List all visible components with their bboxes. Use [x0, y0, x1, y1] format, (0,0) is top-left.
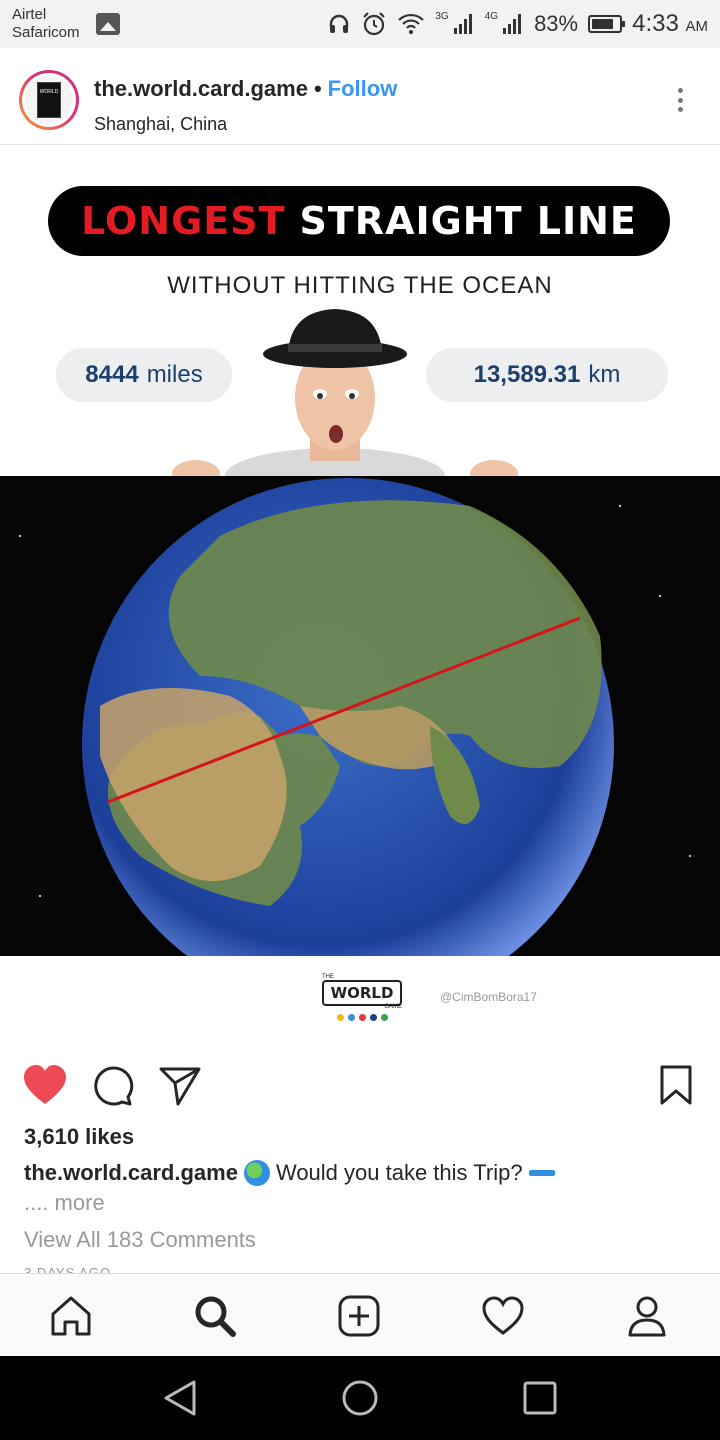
network-4g-label: 4G [484, 10, 499, 22]
image-subtitle: WITHOUT HITTING THE OCEAN [167, 272, 553, 299]
logo-dots [322, 1014, 402, 1021]
battery-percent: 83% [534, 11, 579, 36]
avatar[interactable]: WORLD [19, 70, 79, 130]
signal-icon-2 [502, 13, 524, 35]
km-unit: km [588, 361, 621, 388]
heart-filled-icon[interactable] [22, 1064, 68, 1106]
credit-handle: @CimBomBora17 [440, 990, 537, 1004]
avatar-border: WORLD [22, 73, 76, 127]
wifi-icon [397, 13, 425, 35]
distance-km-pill: 13,589.31 km [426, 348, 668, 402]
battery-icon [588, 15, 626, 33]
image-credit-area: THE WORLD GAME @CimBomBora17 [0, 956, 720, 1040]
recents-icon[interactable] [522, 1378, 558, 1418]
globe-illustration [19, 478, 691, 956]
bookmark-icon[interactable] [658, 1064, 694, 1106]
view-comments-link[interactable]: View All 183 Comments [24, 1227, 256, 1253]
network-3g-label: 3G [435, 10, 449, 22]
distance-miles-pill: 8444 miles [56, 348, 232, 402]
carrier-line-1: Airtel [12, 6, 47, 23]
back-icon[interactable] [162, 1378, 198, 1418]
paper-plane-icon[interactable] [158, 1064, 202, 1106]
miles-value: 8444 [85, 361, 139, 388]
title-white-text: STRAIGHT LINE [299, 199, 637, 243]
dash-emoji-icon [528, 1170, 555, 1176]
heart-outline-icon[interactable] [481, 1294, 525, 1338]
avatar-image: WORLD [25, 76, 73, 124]
logo-main-text: WORLD [330, 984, 394, 1002]
post-image[interactable]: LONGEST STRAIGHT LINE WITHOUT HITTING TH… [0, 146, 720, 1040]
logo-bottom-text: GAME [384, 1004, 402, 1010]
post-header: WORLD the.world.card.game • Follow Shang… [0, 48, 720, 145]
system-navigation-bar [0, 1356, 720, 1440]
like-count[interactable]: 3,610 likes [24, 1124, 134, 1150]
status-bar: Airtel Safaricom 3G 4G 83% 4:33 AM [0, 0, 720, 48]
gallery-notification-icon [96, 13, 120, 35]
clock-time: 4:33 [632, 10, 679, 37]
card-box-logo: WORLD [37, 82, 61, 118]
caption-username[interactable]: the.world.card.game [24, 1158, 238, 1188]
caption-text: Would you take this Trip? [275, 1160, 523, 1185]
bottom-navigation [0, 1273, 720, 1356]
image-title-banner: LONGEST STRAIGHT LINE [48, 186, 670, 256]
separator-dot: • [313, 76, 322, 101]
globe-emoji-icon [243, 1160, 270, 1186]
home-circle-icon[interactable] [340, 1378, 380, 1418]
clock-ampm: AM [685, 18, 709, 35]
km-value: 13,589.31 [473, 361, 581, 388]
username[interactable]: the.world.card.game [94, 76, 308, 102]
username-line: the.world.card.game • Follow [94, 76, 397, 102]
follow-button[interactable]: Follow [328, 76, 398, 102]
alarm-icon [361, 11, 387, 37]
title-red-text: LONGEST [81, 199, 286, 243]
post-location[interactable]: Shanghai, China [94, 114, 227, 135]
logo-main-box: WORLD [322, 980, 402, 1006]
more-options-icon[interactable] [672, 84, 688, 116]
headset-icon [327, 12, 351, 36]
search-icon[interactable] [193, 1294, 237, 1338]
clock: 4:33 AM [632, 10, 708, 38]
carrier-name: Airtel Safaricom [12, 6, 80, 42]
signal-icon [453, 13, 475, 35]
home-icon[interactable] [49, 1294, 93, 1338]
post-caption: the.world.card.game Would you take this … [24, 1158, 704, 1188]
comment-bubble-icon[interactable] [92, 1064, 134, 1106]
world-game-logo: THE WORLD GAME [322, 974, 402, 1021]
status-icons: 3G 4G 83% 4:33 AM [327, 0, 708, 48]
caption-more-link[interactable]: .... more [24, 1190, 105, 1216]
post-actions [0, 1052, 720, 1122]
carrier-line-2: Safaricom [12, 24, 80, 41]
profile-icon[interactable] [625, 1294, 669, 1338]
miles-unit: miles [146, 361, 203, 388]
add-post-icon[interactable] [337, 1294, 381, 1338]
